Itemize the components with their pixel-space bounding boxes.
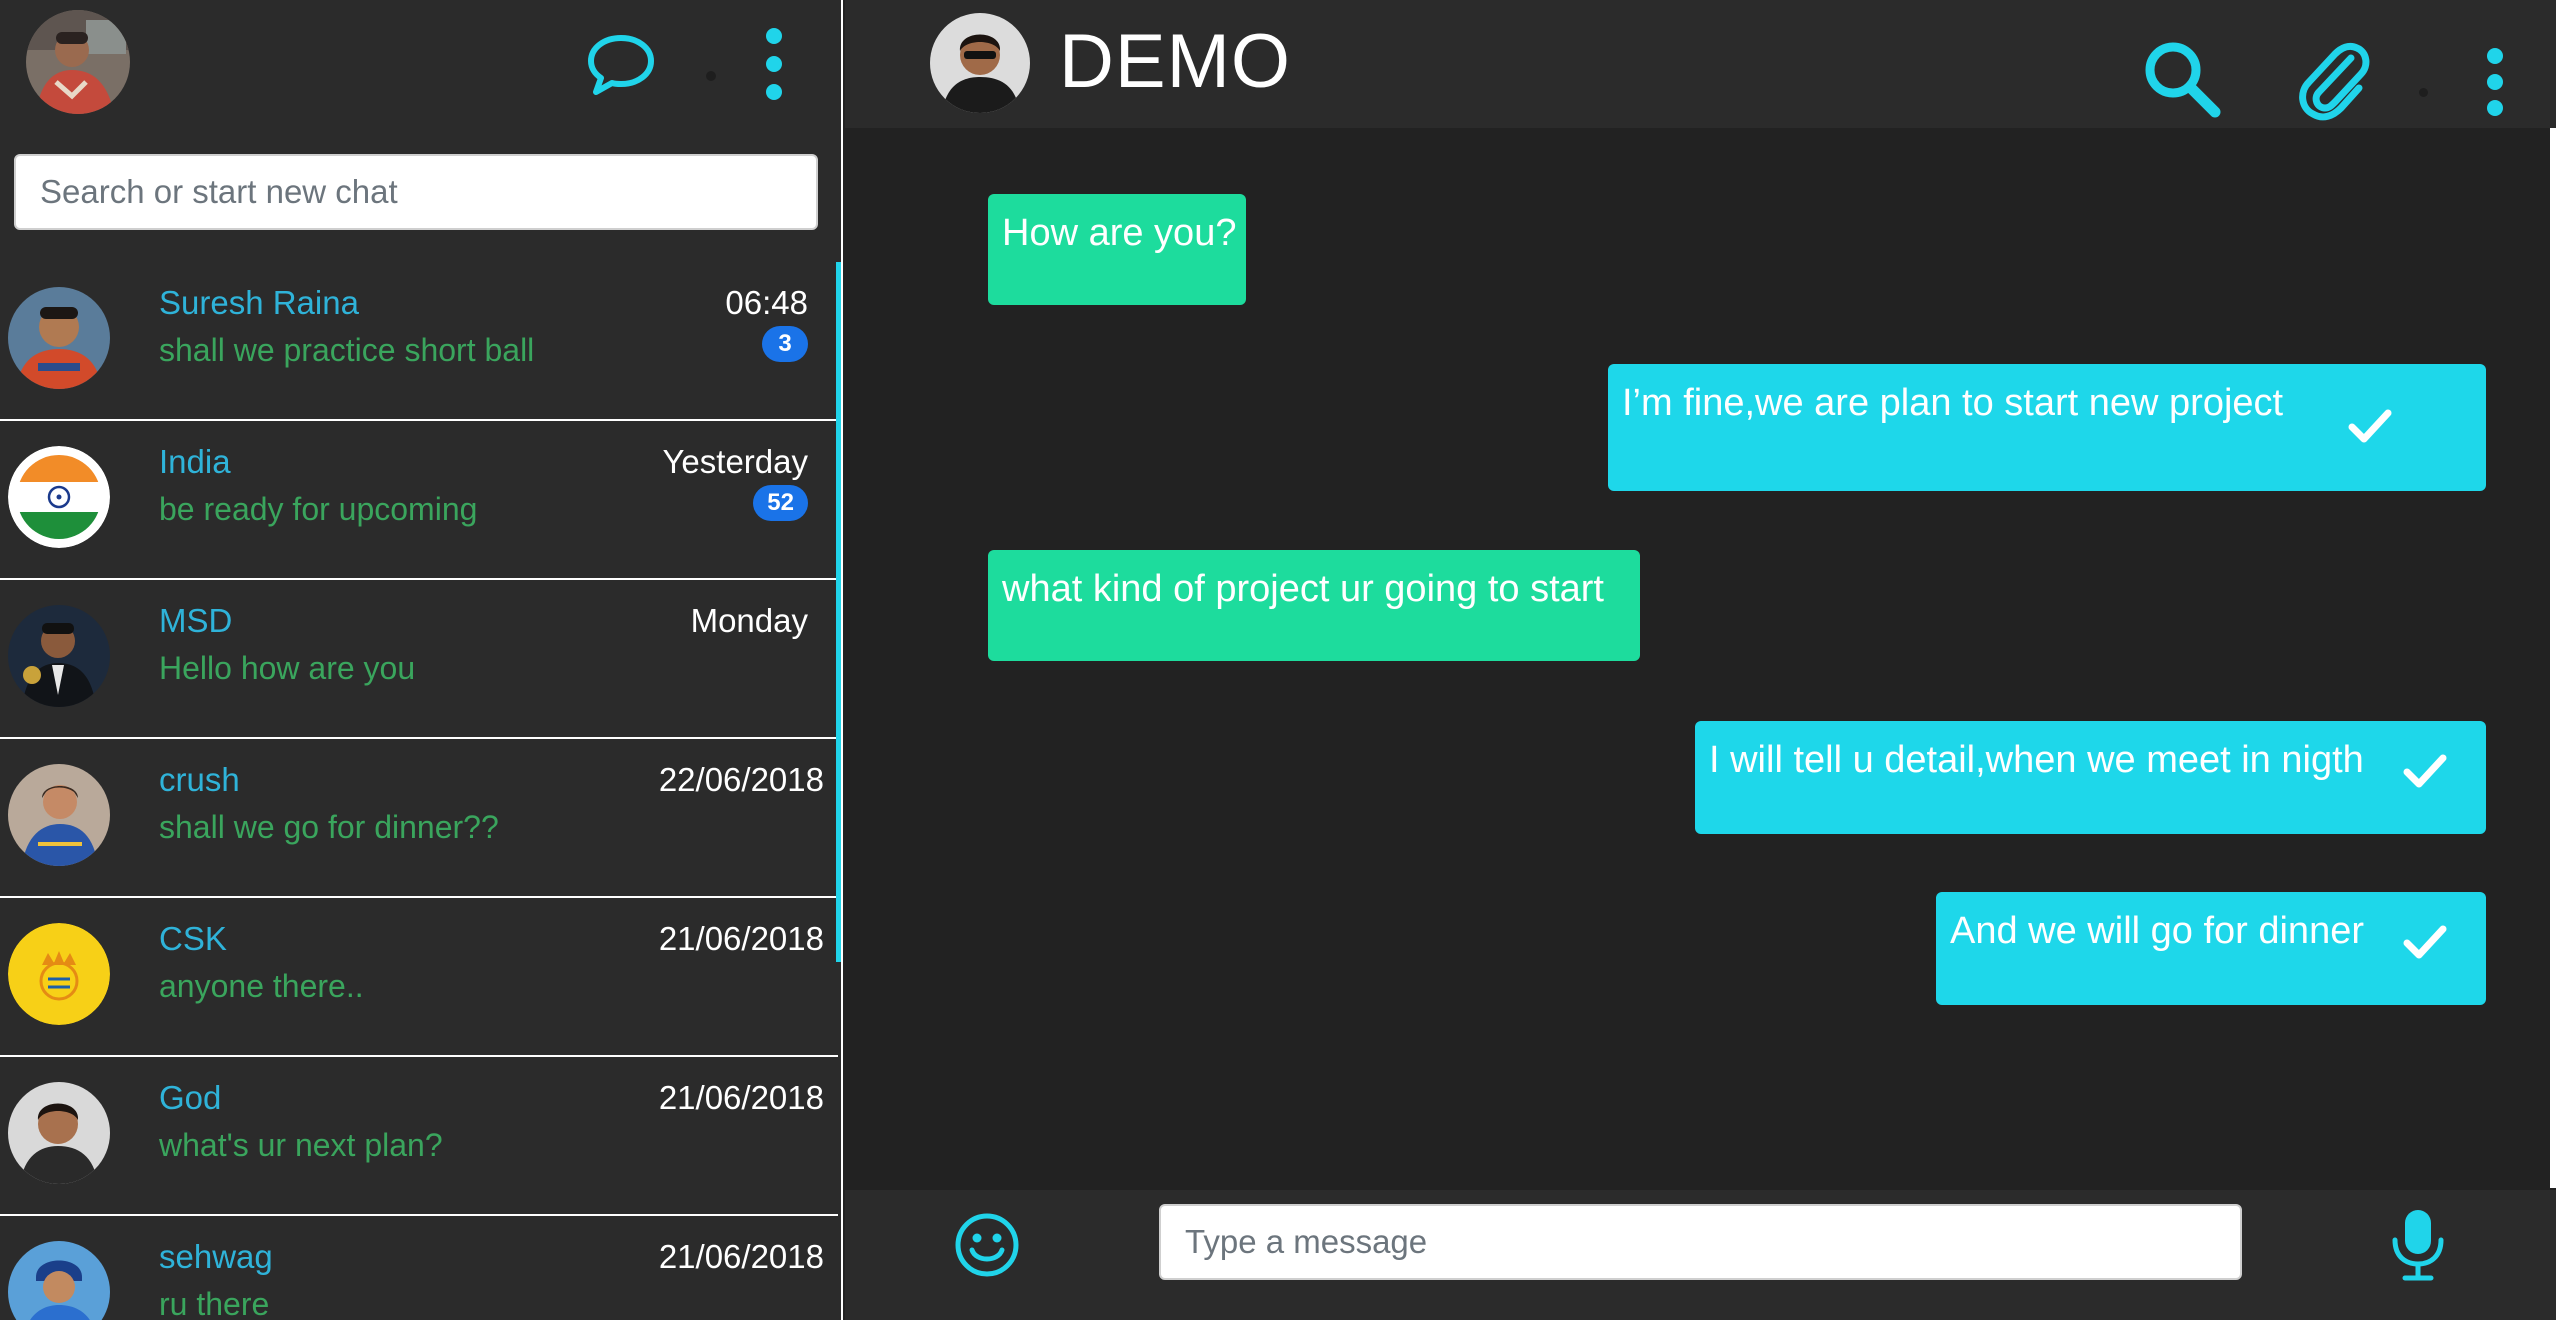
chat-name: crush xyxy=(159,761,240,798)
chat-item-god[interactable]: God what's ur next plan? 21/06/2018 xyxy=(0,1057,838,1216)
emoji-button[interactable] xyxy=(954,1212,1020,1278)
sidebar-scrollbar[interactable] xyxy=(836,262,841,962)
chat-app: Suresh Raina shall we practice short bal… xyxy=(0,0,2556,1320)
sidebar-header xyxy=(0,0,841,130)
avatar xyxy=(8,287,110,389)
message-input[interactable] xyxy=(1159,1204,2242,1280)
chat-time: Yesterday xyxy=(662,443,808,480)
chat-preview: anyone there.. xyxy=(159,968,364,1004)
chat-item-suresh-raina[interactable]: Suresh Raina shall we practice short bal… xyxy=(0,262,838,421)
paperclip-icon xyxy=(2299,42,2370,121)
my-profile-avatar[interactable] xyxy=(26,10,130,114)
attach-button[interactable] xyxy=(2295,38,2375,122)
chat-name: CSK xyxy=(159,920,227,957)
chat-preview: shall we practice short ball xyxy=(159,332,535,368)
chat-time: 21/06/2018 xyxy=(658,920,824,957)
search-icon xyxy=(2145,42,2221,118)
vertical-dots-icon xyxy=(2487,48,2503,116)
chat-preview: Hello how are you xyxy=(159,650,416,686)
chat-preview: be ready for upcoming xyxy=(159,491,478,527)
unread-badge: 3 xyxy=(762,326,808,362)
incoming-message: what kind of project ur going to start xyxy=(988,550,1640,661)
new-chat-button[interactable] xyxy=(585,30,657,102)
microphone-icon xyxy=(2392,1210,2444,1281)
chat-list: Suresh Raina shall we practice short bal… xyxy=(0,262,838,1320)
chat-item-india[interactable]: India be ready for upcoming Yesterday 52 xyxy=(0,421,838,580)
search-input[interactable] xyxy=(14,154,818,230)
check-icon xyxy=(2348,409,2392,443)
contact-avatar[interactable] xyxy=(930,13,1030,113)
chat-time: 21/06/2018 xyxy=(658,1238,824,1275)
avatar xyxy=(8,1241,110,1320)
chat-name: sehwag xyxy=(159,1238,273,1275)
composer-bar xyxy=(845,1190,2556,1320)
chat-preview: ru there xyxy=(159,1286,270,1320)
avatar xyxy=(8,1082,110,1184)
outgoing-message: And we will go for dinner xyxy=(1936,892,2486,1005)
chat-preview: what's ur next plan? xyxy=(159,1127,443,1163)
divider-dot xyxy=(2419,88,2428,97)
avatar xyxy=(8,923,110,1025)
conversation-menu-button[interactable] xyxy=(2481,46,2509,118)
message-text: I’m fine,we are plan to start new projec… xyxy=(1622,382,2284,424)
chat-item-msd[interactable]: MSD Hello how are you Monday xyxy=(0,580,838,739)
vertical-dots-icon xyxy=(766,28,782,100)
smiley-icon xyxy=(955,1213,1019,1277)
chat-time: 22/06/2018 xyxy=(658,761,824,798)
check-icon xyxy=(2403,754,2447,788)
chat-time: 21/06/2018 xyxy=(658,1079,824,1116)
outgoing-message: I will tell u detail,when we meet in nig… xyxy=(1695,721,2486,834)
chat-name: Suresh Raina xyxy=(159,284,359,321)
avatar xyxy=(8,764,110,866)
divider-dot xyxy=(706,71,716,81)
chat-preview: shall we go for dinner?? xyxy=(159,809,499,845)
chat-item-sehwag[interactable]: sehwag ru there 21/06/2018 xyxy=(0,1216,838,1320)
contact-name: DEMO xyxy=(1059,19,1291,104)
chat-time: Monday xyxy=(690,602,808,639)
incoming-message: How are you? xyxy=(988,194,1246,305)
voice-message-button[interactable] xyxy=(2385,1208,2451,1284)
check-icon xyxy=(2403,925,2447,959)
message-text: what kind of project ur going to start xyxy=(1002,568,1604,610)
chat-name: MSD xyxy=(159,602,233,639)
outgoing-message: I’m fine,we are plan to start new projec… xyxy=(1608,364,2486,491)
chat-bubble-icon xyxy=(588,35,654,95)
message-text: And we will go for dinner xyxy=(1950,910,2364,952)
unread-badge: 52 xyxy=(753,485,808,521)
conversation-header: DEMO xyxy=(845,0,2556,128)
sidebar: Suresh Raina shall we practice short bal… xyxy=(0,0,843,1320)
message-list: How are you? I’m fine,we are plan to sta… xyxy=(845,128,2545,1188)
chat-name: India xyxy=(159,443,231,480)
chat-name: God xyxy=(159,1079,222,1116)
avatar xyxy=(8,605,110,707)
avatar xyxy=(8,446,110,548)
chat-item-crush[interactable]: crush shall we go for dinner?? 22/06/201… xyxy=(0,739,838,898)
search-messages-button[interactable] xyxy=(2141,38,2225,122)
conversation-panel: DEMO How are you? I’m fine,we are plan t… xyxy=(845,0,2556,1320)
message-text: I will tell u detail,when we meet in nig… xyxy=(1709,739,2364,781)
chat-time: 06:48 xyxy=(725,284,808,321)
message-scrollbar[interactable] xyxy=(2550,128,2556,1188)
sidebar-menu-button[interactable] xyxy=(760,26,788,102)
message-text: How are you? xyxy=(1002,212,1237,254)
chat-item-csk[interactable]: CSK anyone there.. 21/06/2018 xyxy=(0,898,838,1057)
